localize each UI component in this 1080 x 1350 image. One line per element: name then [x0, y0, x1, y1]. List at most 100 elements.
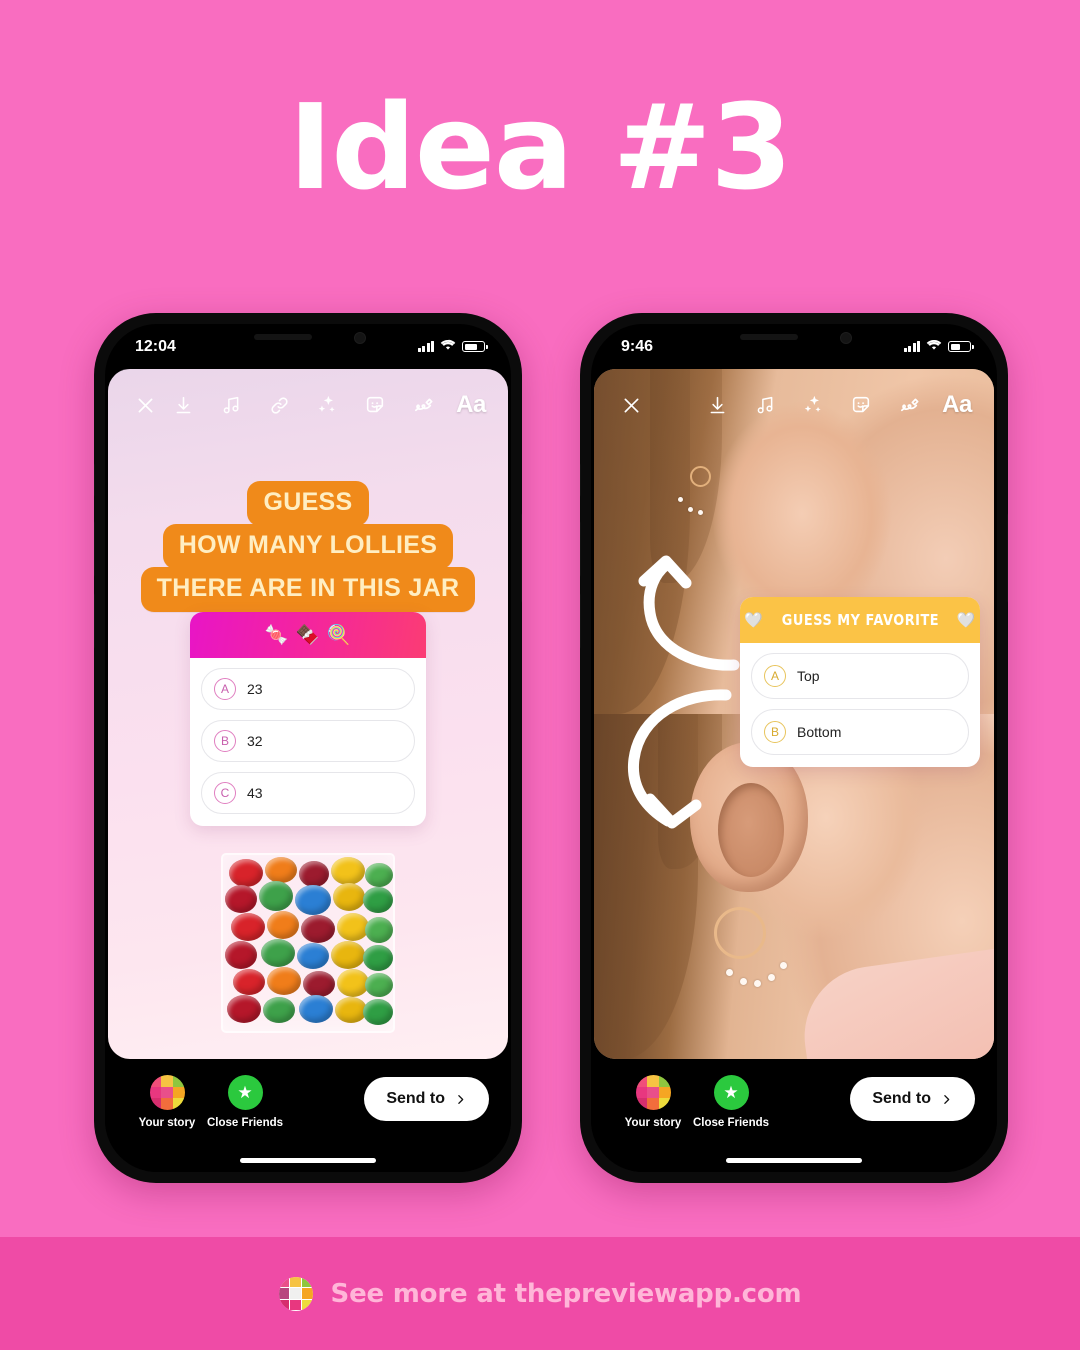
- heart-icon-left: 🤍: [744, 611, 764, 629]
- wifi-icon: [440, 338, 456, 356]
- option-letter: C: [214, 782, 236, 804]
- candy-piece: [261, 939, 295, 967]
- close-friends-label: Close Friends: [692, 1117, 770, 1129]
- candy-piece: [331, 857, 365, 885]
- arrow-up-to-top-earring: [638, 555, 740, 671]
- sparkles-icon[interactable]: [796, 388, 830, 422]
- candy-piece: [225, 885, 257, 913]
- candy-piece: [227, 995, 261, 1023]
- send-to-button[interactable]: Send to: [364, 1077, 489, 1121]
- candy-piece: [263, 997, 295, 1023]
- candy-piece: [267, 911, 299, 939]
- quiz-sticker-right[interactable]: 🤍 GUESS MY FAVORITE 🤍 A Top B Bottom: [740, 597, 980, 767]
- quiz-header: 🍬 🍫 🍭: [190, 612, 426, 658]
- wifi-icon: [926, 338, 942, 356]
- your-story-avatar-icon: [149, 1075, 185, 1110]
- quiz-option[interactable]: C 43: [201, 772, 415, 814]
- candy-jar-photo: [213, 839, 403, 1059]
- preview-app-logo-icon: [278, 1276, 313, 1311]
- story-canvas-left: Aa GUESS HOW MANY LOLLIES THERE ARE IN T…: [108, 369, 508, 1059]
- option-letter: A: [214, 678, 236, 700]
- candy-piece: [233, 969, 265, 995]
- status-time: 9:46: [621, 337, 654, 355]
- candy-piece: [363, 887, 393, 913]
- quiz-option[interactable]: B Bottom: [751, 709, 969, 755]
- story-toolbar-right: Aa: [594, 385, 994, 425]
- quiz-option[interactable]: A Top: [751, 653, 969, 699]
- quiz-sticker-left[interactable]: 🍬 🍫 🍭 A 23 B 32 C 43: [190, 612, 426, 826]
- status-time: 12:04: [135, 337, 176, 355]
- phone-screen-right: 9:46 Aa 🤍 GUESS MY FAVORITE 🤍 A Top B Bo…: [591, 324, 997, 1172]
- download-icon[interactable]: [166, 388, 200, 422]
- home-indicator: [726, 1158, 862, 1163]
- draw-icon[interactable]: [892, 388, 926, 422]
- candy-piece: [267, 967, 301, 995]
- your-story-avatar-icon: [635, 1075, 671, 1110]
- option-letter: B: [764, 721, 786, 743]
- page-title: Idea #3: [288, 78, 792, 216]
- earring-top: [690, 465, 711, 487]
- phone-volume-up-button: [94, 521, 95, 577]
- text-aa-icon[interactable]: Aa: [940, 388, 974, 422]
- your-story-button[interactable]: Your story: [131, 1075, 203, 1129]
- phone-power-button: [1007, 513, 1008, 603]
- candy-jar-box: [221, 853, 395, 1033]
- close-friends-star-icon: ★: [713, 1075, 749, 1110]
- option-value: Bottom: [797, 724, 842, 740]
- your-story-button[interactable]: Your story: [617, 1075, 689, 1129]
- phone-mockup-right: 9:46 Aa 🤍 GUESS MY FAVORITE 🤍 A Top B Bo…: [580, 313, 1008, 1183]
- earring-bottom: [714, 907, 766, 960]
- battery-icon: [948, 341, 974, 352]
- quiz-option[interactable]: B 32: [201, 720, 415, 762]
- your-story-label: Your story: [138, 1117, 196, 1129]
- chevron-right-icon: [458, 1094, 464, 1104]
- candy-piece: [331, 941, 365, 969]
- status-bar-right: 9:46: [591, 324, 997, 369]
- footer-text: See more at thepreviewapp.com: [330, 1278, 802, 1309]
- draw-icon[interactable]: [406, 388, 440, 422]
- send-to-label: Send to: [872, 1090, 931, 1107]
- sticker-icon[interactable]: [358, 388, 392, 422]
- quiz-option[interactable]: A 23: [201, 668, 415, 710]
- option-value: Top: [797, 668, 820, 684]
- option-letter: B: [214, 730, 236, 752]
- story-action-bar-left: Your story ★ Close Friends Send to: [105, 1059, 511, 1172]
- link-icon[interactable]: [262, 388, 296, 422]
- close-friends-button[interactable]: ★ Close Friends: [207, 1075, 283, 1129]
- music-icon[interactable]: [748, 388, 782, 422]
- close-icon[interactable]: [128, 388, 162, 422]
- send-to-button[interactable]: Send to: [850, 1077, 975, 1121]
- close-friends-button[interactable]: ★ Close Friends: [692, 1075, 770, 1129]
- phone-mockup-left: 12:04 Aa GUESS HOW MANY LOLLIES THERE AR…: [94, 313, 522, 1183]
- candy-piece: [303, 971, 335, 997]
- battery-icon: [462, 341, 488, 352]
- candy-piece: [231, 913, 265, 941]
- poster: Idea #3 12:04 Aa GUESS HOW MANY LOLLIES …: [0, 0, 1080, 1350]
- candy-piece: [225, 941, 257, 969]
- sticker-icon[interactable]: [844, 388, 878, 422]
- candy-piece: [301, 915, 335, 943]
- home-indicator: [240, 1158, 376, 1163]
- music-icon[interactable]: [214, 388, 248, 422]
- shoulder: [795, 942, 994, 1059]
- phone-mute-switch: [94, 463, 95, 497]
- text-aa-icon[interactable]: Aa: [454, 388, 488, 422]
- chevron-right-icon: [944, 1094, 950, 1104]
- quiz-header: 🤍 GUESS MY FAVORITE 🤍: [740, 597, 980, 643]
- download-icon[interactable]: [700, 388, 734, 422]
- story-toolbar-left: Aa: [108, 385, 508, 425]
- quiz-options: A 23 B 32 C 43: [190, 658, 426, 826]
- sparkles-icon[interactable]: [310, 388, 344, 422]
- close-icon[interactable]: [614, 388, 648, 422]
- candy-piece: [259, 881, 293, 911]
- phone-screen-left: 12:04 Aa GUESS HOW MANY LOLLIES THERE AR…: [105, 324, 511, 1172]
- option-value: 23: [247, 681, 263, 697]
- option-letter: A: [764, 665, 786, 687]
- send-to-label: Send to: [386, 1090, 445, 1107]
- candy-piece: [363, 945, 393, 971]
- phone-mute-switch: [580, 463, 581, 497]
- caption-line: THERE ARE IN THIS JAR: [140, 567, 476, 612]
- heart-icon-right: 🤍: [956, 611, 976, 629]
- story-canvas-right: Aa 🤍 GUESS MY FAVORITE 🤍 A Top B Bottom: [594, 369, 994, 1059]
- candy-piece: [365, 973, 393, 997]
